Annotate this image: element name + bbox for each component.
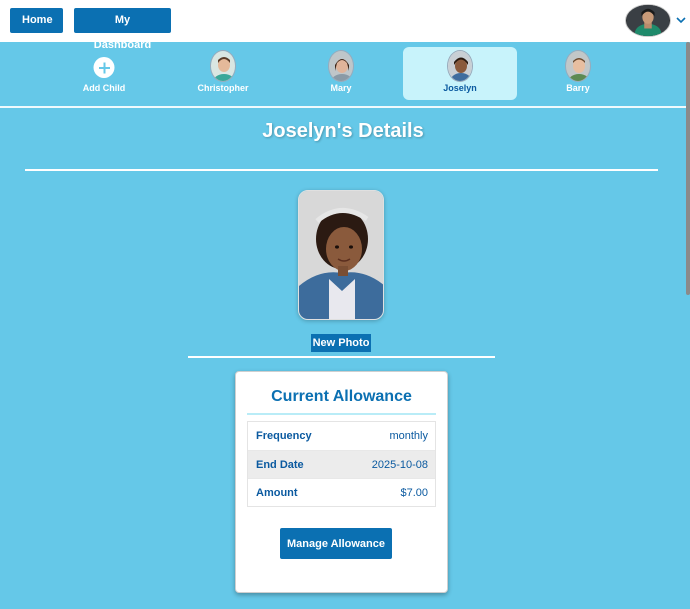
child-name: Barry xyxy=(566,83,590,93)
chevron-down-icon[interactable] xyxy=(675,14,687,26)
row-value: $7.00 xyxy=(400,487,428,499)
child-tab-barry[interactable]: Barry xyxy=(521,47,635,100)
add-child-button[interactable]: Add Child xyxy=(47,47,161,100)
user-avatar[interactable] xyxy=(625,4,671,37)
table-row: End Date 2025-10-08 xyxy=(248,450,435,478)
child-name: Mary xyxy=(330,83,352,93)
card-title: Current Allowance xyxy=(271,388,412,405)
child-avatar xyxy=(328,50,354,82)
table-row: Frequency monthly xyxy=(248,422,435,450)
scrollbar[interactable] xyxy=(686,42,690,295)
row-key: End Date xyxy=(256,459,304,471)
child-tab-mary[interactable]: Mary xyxy=(284,47,398,100)
home-button[interactable]: Home xyxy=(10,8,63,33)
child-avatar xyxy=(565,50,591,82)
row-value: monthly xyxy=(389,430,428,442)
divider xyxy=(247,413,436,415)
divider xyxy=(25,169,658,171)
page-title: Joselyn's Details xyxy=(262,120,424,142)
child-tab-joselyn[interactable]: Joselyn xyxy=(403,47,517,100)
child-name: Joselyn xyxy=(443,83,477,93)
plus-circle-icon xyxy=(93,57,115,78)
table-row: Amount $7.00 xyxy=(248,478,435,506)
manage-allowance-button[interactable]: Manage Allowance xyxy=(280,528,392,559)
row-key: Frequency xyxy=(256,430,312,442)
child-name: Christopher xyxy=(197,83,249,93)
add-child-label: Add Child xyxy=(82,83,126,93)
child-photo xyxy=(298,190,384,320)
child-avatar xyxy=(447,50,473,82)
top-bar: Home My Dashboard xyxy=(0,0,690,51)
new-photo-button[interactable]: New Photo xyxy=(311,334,371,352)
allowance-card: Current Allowance Frequency monthly End … xyxy=(235,371,448,593)
row-key: Amount xyxy=(256,487,298,499)
divider xyxy=(0,106,686,108)
allowance-table: Frequency monthly End Date 2025-10-08 Am… xyxy=(247,421,436,507)
row-value: 2025-10-08 xyxy=(371,459,428,471)
child-avatar xyxy=(210,50,236,82)
my-dashboard-button[interactable]: My Dashboard xyxy=(74,8,171,51)
child-tab-christopher[interactable]: Christopher xyxy=(166,47,280,100)
divider xyxy=(188,356,495,358)
